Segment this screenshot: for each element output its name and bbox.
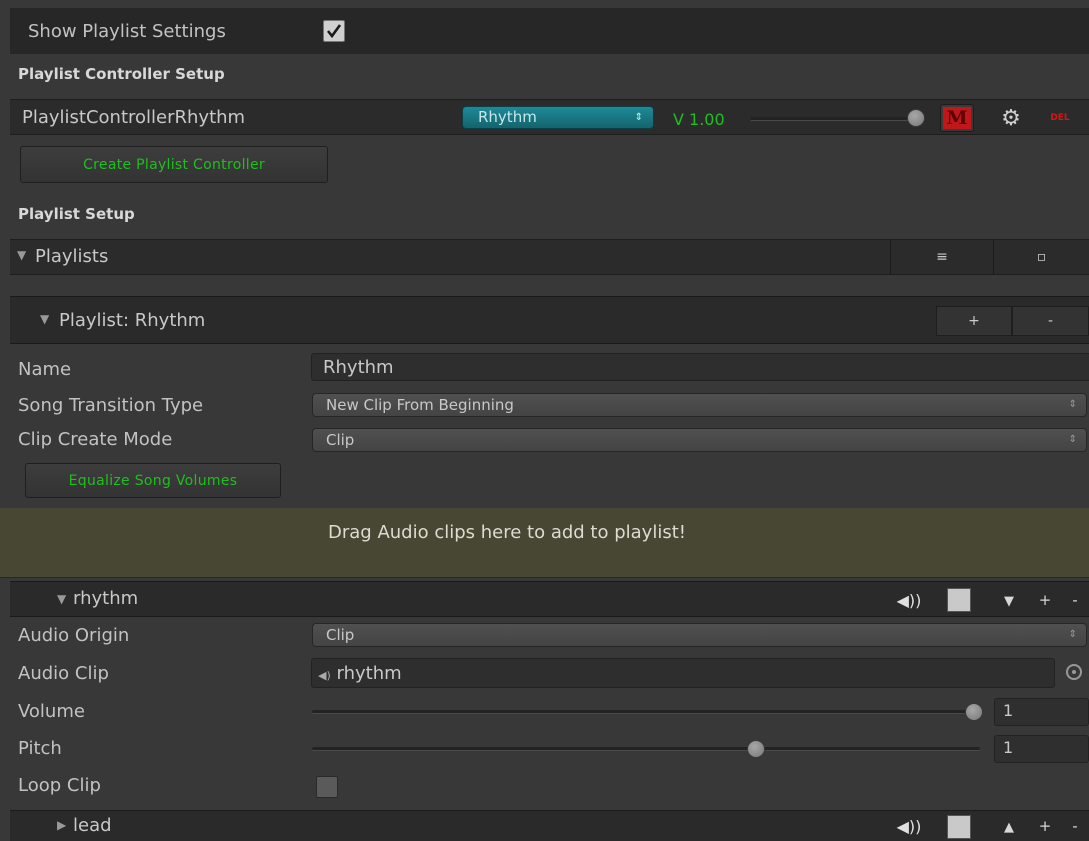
playlist-remove-button[interactable]: - [1012,306,1089,336]
object-picker-button[interactable] [1066,664,1082,680]
show-settings-label: Show Playlist Settings [28,21,226,42]
preview-button[interactable]: ◀)) [890,813,928,839]
pitch-slider-knob[interactable] [747,740,765,758]
playlist-header[interactable]: ▼ Playlist: Rhythm + - [10,296,1089,344]
pitch-slider-track[interactable] [312,747,980,751]
speaker-icon: ◀)) [896,590,922,610]
name-input[interactable]: Rhythm [311,353,1089,381]
create-playlist-controller-button[interactable]: Create Playlist Controller [20,146,328,183]
transition-type-label: Song Transition Type [18,395,204,416]
dropdown-arrow-icon: ⇕ [1068,434,1077,445]
controller-volume-slider-knob[interactable] [907,109,925,127]
dropdown-arrow-icon: ⇕ [1068,629,1077,640]
playlists-header[interactable]: ▼ Playlists ≡ ▫ [10,239,1089,275]
song-add-button[interactable]: + [1035,814,1055,838]
plus-icon: + [1038,591,1052,609]
square-icon: ▫ [1036,249,1047,265]
collapse-arrow-icon: ▼ [57,592,67,606]
settings-button[interactable]: ⚙ [994,104,1028,132]
stop-button[interactable] [947,815,971,839]
delete-button[interactable]: DEL [1040,107,1080,129]
audio-origin-dropdown[interactable]: Clip ⇕ [312,623,1087,647]
show-settings-checkbox[interactable] [323,20,345,42]
speaker-icon: ◀)) [896,816,922,836]
menu-icon: ≡ [936,249,948,265]
audio-origin-label: Audio Origin [18,625,130,646]
volume-slider-track[interactable] [312,710,980,714]
song-name: rhythm [73,588,139,609]
playlist-setup-title: Playlist Setup [18,205,135,223]
expand-arrow-icon: ▶ [57,818,67,832]
preview-button[interactable]: ◀)) [890,586,928,614]
controller-volume-slider-track[interactable] [750,117,920,121]
playlists-menu-button[interactable]: ≡ [890,240,993,274]
equalize-song-volumes-button[interactable]: Equalize Song Volumes [25,463,281,498]
playlist-header-label: Playlist: Rhythm [59,310,206,331]
song-header-lead[interactable]: ▶ lead ◀)) ▲ + - [10,810,1089,841]
playlist-add-button[interactable]: + [936,306,1012,336]
volume-label: V 1.00 [673,110,725,129]
m-button[interactable]: M [940,104,974,132]
playlist-select[interactable]: Rhythm ⇕ [462,106,654,129]
song-name: lead [73,815,112,836]
gear-icon: ⚙ [1001,105,1021,131]
volume-input[interactable]: 1 [994,698,1089,726]
arrow-down-icon: ▼ [1004,593,1014,609]
move-down-button[interactable]: ▼ [998,590,1020,612]
drop-zone[interactable]: Drag Audio clips here to add to playlist… [0,508,1089,578]
plus-icon: + [1038,817,1052,835]
pitch-input[interactable]: 1 [994,735,1089,763]
collapse-arrow-icon: ▼ [17,248,27,262]
transition-type-dropdown[interactable]: New Clip From Beginning ⇕ [312,393,1087,417]
playlists-header-label: Playlists [35,246,109,267]
song-add-button[interactable]: + [1035,588,1055,612]
collapse-arrow-icon: ▼ [40,312,50,326]
dropdown-arrow-icon: ⇕ [1068,399,1077,410]
loop-clip-label: Loop Clip [18,775,101,796]
controller-setup-title: Playlist Controller Setup [18,65,225,83]
show-settings-row: Show Playlist Settings [10,8,1089,54]
minus-icon: - [1047,313,1054,329]
clip-create-mode-label: Clip Create Mode [18,429,173,450]
song-remove-button[interactable]: - [1065,814,1085,838]
loop-clip-checkbox[interactable] [316,776,338,798]
minus-icon: - [1072,591,1078,609]
volume-slider-knob[interactable] [965,703,983,721]
stop-button[interactable] [947,588,971,612]
playlists-square-button[interactable]: ▫ [993,240,1089,274]
object-picker-icon [1072,670,1076,674]
audio-clip-label: Audio Clip [18,663,109,684]
controller-name: PlaylistControllerRhythm [22,107,246,128]
drop-zone-text: Drag Audio clips here to add to playlist… [328,522,686,543]
m-icon: M [943,107,971,129]
controller-row: PlaylistControllerRhythm Rhythm ⇕ V 1.00… [10,99,1089,135]
select-arrow-icon: ⇕ [634,112,643,123]
checkmark-icon [326,24,342,39]
minus-icon: - [1072,817,1078,835]
plus-icon: + [968,313,980,329]
song-header-rhythm[interactable]: ▼ rhythm ◀)) ▼ + - [10,581,1089,617]
audio-clip-icon: ◀) [318,669,331,682]
song-remove-button[interactable]: - [1065,588,1085,612]
volume-label: Volume [18,701,85,722]
name-label: Name [18,359,72,380]
pitch-label: Pitch [18,738,62,759]
arrow-up-icon: ▲ [1004,819,1014,835]
move-up-button[interactable]: ▲ [998,816,1020,838]
clip-create-mode-dropdown[interactable]: Clip ⇕ [312,428,1087,452]
audio-clip-field[interactable]: ◀) rhythm [311,658,1055,688]
